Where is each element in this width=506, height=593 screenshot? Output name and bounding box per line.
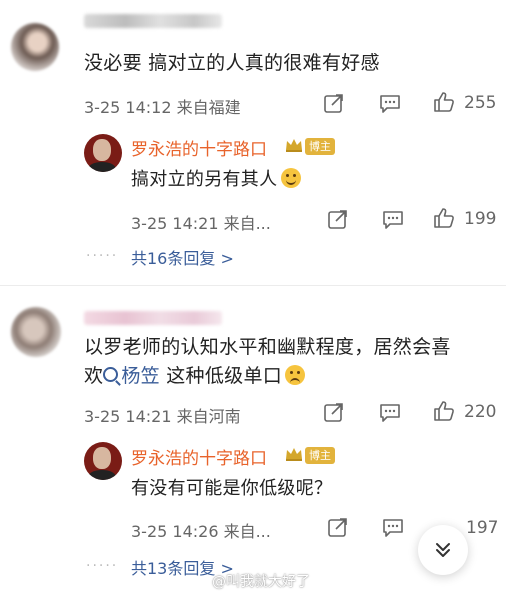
like-count: 199 <box>464 209 497 229</box>
blogger-avatar[interactable] <box>84 442 122 480</box>
topic-link[interactable]: 杨笠 <box>103 365 160 387</box>
reply-meta: 3-25 14:21 来自... <box>131 214 271 233</box>
sweat-emoji-icon <box>285 365 306 385</box>
blogger-badge: 博主 <box>305 447 335 464</box>
like-icon[interactable] <box>432 399 456 423</box>
comment-icon[interactable] <box>379 401 401 423</box>
reply-meta: 3-25 14:26 来自... <box>131 522 271 541</box>
like-icon[interactable] <box>432 90 456 114</box>
smile-emoji-icon <box>281 168 302 188</box>
scroll-down-button[interactable] <box>418 525 468 575</box>
thread-dots: ····· <box>86 558 119 574</box>
share-icon[interactable] <box>323 401 345 423</box>
like-count: 255 <box>464 93 497 113</box>
scroll-down-icon <box>436 543 450 557</box>
comment-meta: 3-25 14:12 来自福建 <box>84 98 241 117</box>
comment-meta: 3-25 14:21 来自河南 <box>84 407 241 426</box>
reply-author-name[interactable]: 罗永浩的十字路口 <box>131 444 267 469</box>
comment-icon[interactable] <box>382 516 404 538</box>
blogger-badge: 博主 <box>305 138 335 155</box>
comment-text-line2: 欢杨笠 这种低级单口 <box>84 359 306 393</box>
commenter-name[interactable] <box>84 14 222 28</box>
reply-author-name[interactable]: 罗永浩的十字路口 <box>131 135 267 160</box>
like-count: 220 <box>464 402 497 422</box>
share-icon[interactable] <box>327 516 349 538</box>
commenter-avatar[interactable] <box>11 307 61 357</box>
search-icon <box>103 367 119 382</box>
blogger-avatar[interactable] <box>84 134 122 172</box>
share-icon[interactable] <box>327 208 349 230</box>
commenter-avatar[interactable] <box>11 23 59 71</box>
comment-text: 没必要 搞对立的人真的很难有好感 <box>84 52 380 74</box>
commenter-name[interactable] <box>84 311 222 325</box>
watermark: @叫我就大好了 <box>212 574 310 590</box>
thread-dots: ····· <box>86 248 119 264</box>
more-replies-link[interactable]: 共16条回复 > <box>131 245 234 269</box>
comment-icon[interactable] <box>382 208 404 230</box>
crown-icon <box>286 448 302 461</box>
reply-text: 有没有可能是你低级呢？ <box>131 478 333 499</box>
like-count: 197 <box>466 518 499 538</box>
comment-icon[interactable] <box>379 92 401 114</box>
divider-line <box>0 285 506 286</box>
like-icon[interactable] <box>432 206 456 230</box>
share-icon[interactable] <box>323 92 345 114</box>
reply-text: 搞对立的另有其人 <box>131 163 302 197</box>
crown-icon <box>286 139 302 152</box>
